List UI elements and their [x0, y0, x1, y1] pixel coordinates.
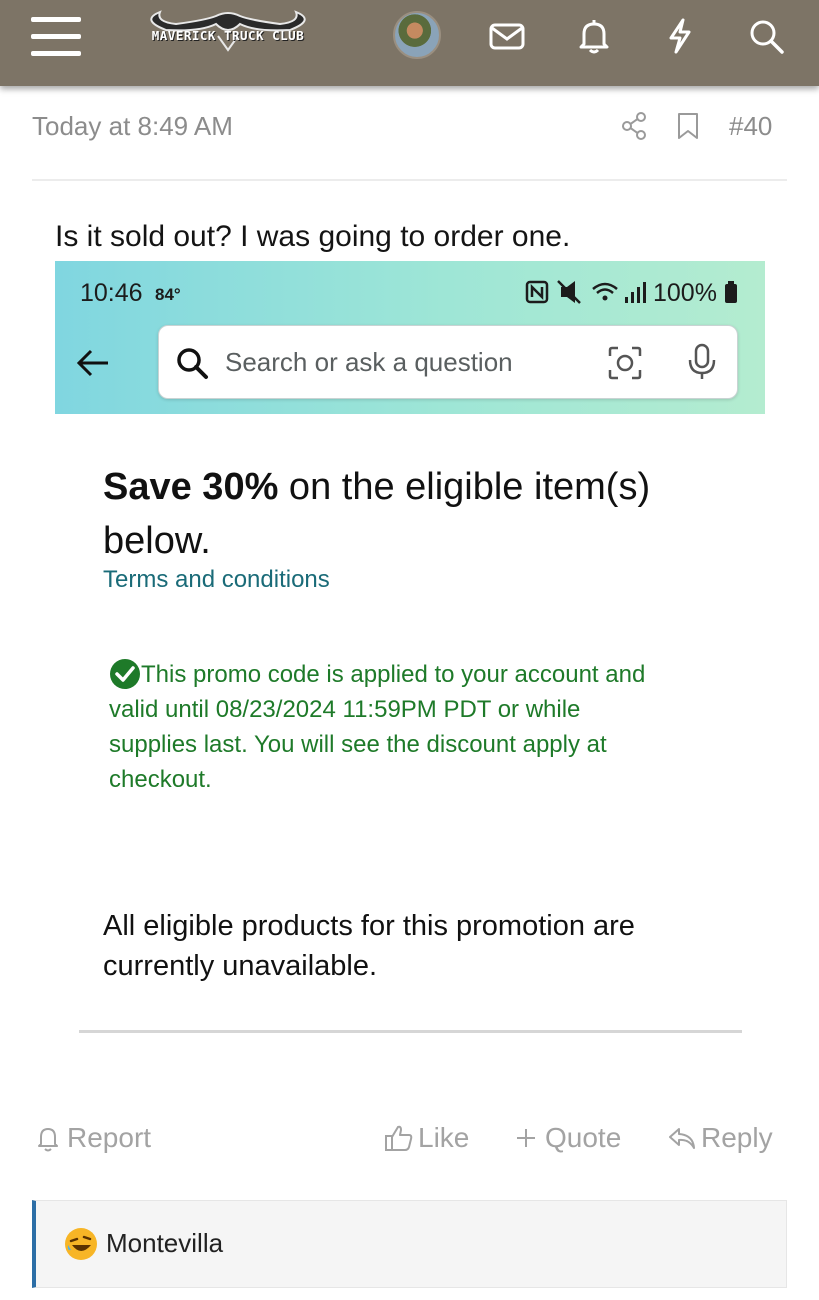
check-circle-icon: [110, 659, 140, 689]
divider: [32, 179, 787, 181]
divider: [79, 1030, 742, 1033]
terms-link[interactable]: Terms and conditions: [103, 566, 330, 594]
logo-text: MAVERICK TRUCK CLUB: [151, 28, 305, 43]
report-label: Report: [67, 1122, 152, 1153]
report-button[interactable]: Report: [33, 1120, 151, 1156]
menu-icon[interactable]: [31, 17, 81, 57]
camera-scan-icon[interactable]: [607, 345, 643, 381]
post-timestamp[interactable]: Today at 8:49 AM: [32, 111, 233, 142]
quote-button[interactable]: Quote: [511, 1120, 621, 1156]
embedded-screenshot-header: 10:46 84° 100% Search or ask a question: [55, 261, 765, 414]
search-placeholder: Search or ask a question: [225, 347, 513, 377]
reply-arrow-icon: [669, 1128, 695, 1149]
top-nav-bar: MAVERICK TRUCK CLUB: [0, 0, 819, 86]
lightning-icon[interactable]: [660, 16, 700, 56]
plus-icon: [517, 1129, 535, 1147]
battery-icon: [724, 281, 737, 303]
laughing-emoji-icon: [65, 1228, 97, 1260]
envelope-icon[interactable]: [487, 16, 527, 56]
reply-label: Reply: [701, 1122, 773, 1153]
bell-icon: [38, 1128, 58, 1152]
search-icon: [177, 348, 208, 379]
unavailable-message: All eligible products for this promotion…: [103, 910, 635, 982]
thumbs-up-icon: [385, 1125, 413, 1151]
promo-notice-line: valid until 08/23/2024 11:59PM PDT or wh…: [109, 696, 581, 723]
like-label: Like: [418, 1122, 470, 1153]
promo-title-bold: Save 30%: [103, 466, 279, 508]
promo-notice-line: supplies last. You will see the discount…: [109, 731, 607, 758]
status-temperature: 84°: [155, 285, 181, 304]
reply-button[interactable]: Reply: [667, 1120, 773, 1156]
bell-icon[interactable]: [574, 16, 614, 56]
status-battery: 100%: [653, 279, 738, 308]
back-arrow-icon[interactable]: [75, 345, 111, 381]
post-body-text: Is it sold out? I was going to order one…: [55, 220, 571, 253]
promo-notice-line: checkout.: [109, 766, 212, 793]
like-button[interactable]: Like: [384, 1120, 469, 1156]
reactions-bar[interactable]: Montevilla: [32, 1200, 787, 1288]
post-number[interactable]: #40: [729, 111, 772, 142]
promo-notice-line: This promo code is applied to your accou…: [141, 661, 646, 688]
status-time: 10:46: [80, 279, 143, 307]
quote-label: Quote: [545, 1122, 622, 1153]
site-logo[interactable]: MAVERICK TRUCK CLUB: [130, 6, 326, 58]
bookmark-icon[interactable]: [676, 111, 700, 141]
promo-title: Save 30% on the eligible item(s) below.: [103, 460, 743, 568]
search-input[interactable]: Search or ask a question: [158, 325, 738, 399]
user-avatar[interactable]: [393, 11, 441, 59]
share-icon[interactable]: [620, 111, 648, 141]
reaction-username[interactable]: Montevilla: [106, 1228, 223, 1259]
microphone-icon[interactable]: [685, 343, 719, 381]
search-icon[interactable]: [746, 16, 786, 56]
